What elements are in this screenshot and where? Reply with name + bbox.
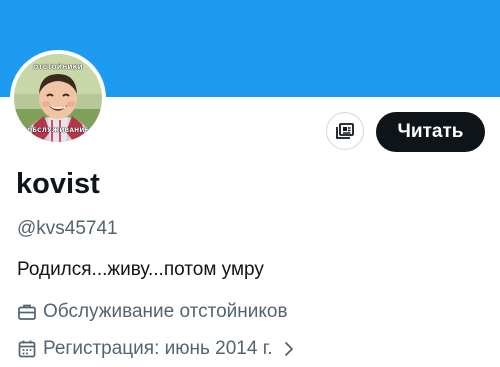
- joined-label: Регистрация: июнь 2014 г.: [43, 338, 273, 359]
- chevron-right-icon[interactable]: [283, 341, 295, 357]
- calendar-icon: [17, 339, 37, 359]
- subscribe-newsletter-button[interactable]: [326, 112, 364, 150]
- follow-button[interactable]: Читать: [376, 112, 485, 152]
- avatar[interactable]: ОТСТОЙНИКИ ОБСЛУЖИВАНИЕ: [10, 50, 106, 146]
- avatar-caption-top: ОТСТОЙНИКИ: [33, 64, 83, 71]
- profile-name: kovist: [16, 168, 100, 200]
- avatar-image[interactable]: ОТСТОЙНИКИ ОБСЛУЖИВАНИЕ: [14, 54, 102, 142]
- profile-joined[interactable]: Регистрация: июнь 2014 г.: [17, 337, 295, 361]
- profession-label: Обслуживание отстойников: [43, 301, 288, 322]
- profile-profession: Обслуживание отстойников: [17, 300, 288, 324]
- avatar-caption-bottom: ОБСЛУЖИВАНИЕ: [27, 127, 89, 134]
- briefcase-icon: [17, 302, 37, 322]
- profile-page: ОТСТОЙНИКИ ОБСЛУЖИВАНИЕ Читать kovist @k…: [0, 0, 500, 367]
- profile-handle: @kvs45741: [17, 218, 118, 239]
- profile-bio: Родился...живу...потом умру: [17, 259, 264, 280]
- newsletter-icon: [336, 123, 354, 139]
